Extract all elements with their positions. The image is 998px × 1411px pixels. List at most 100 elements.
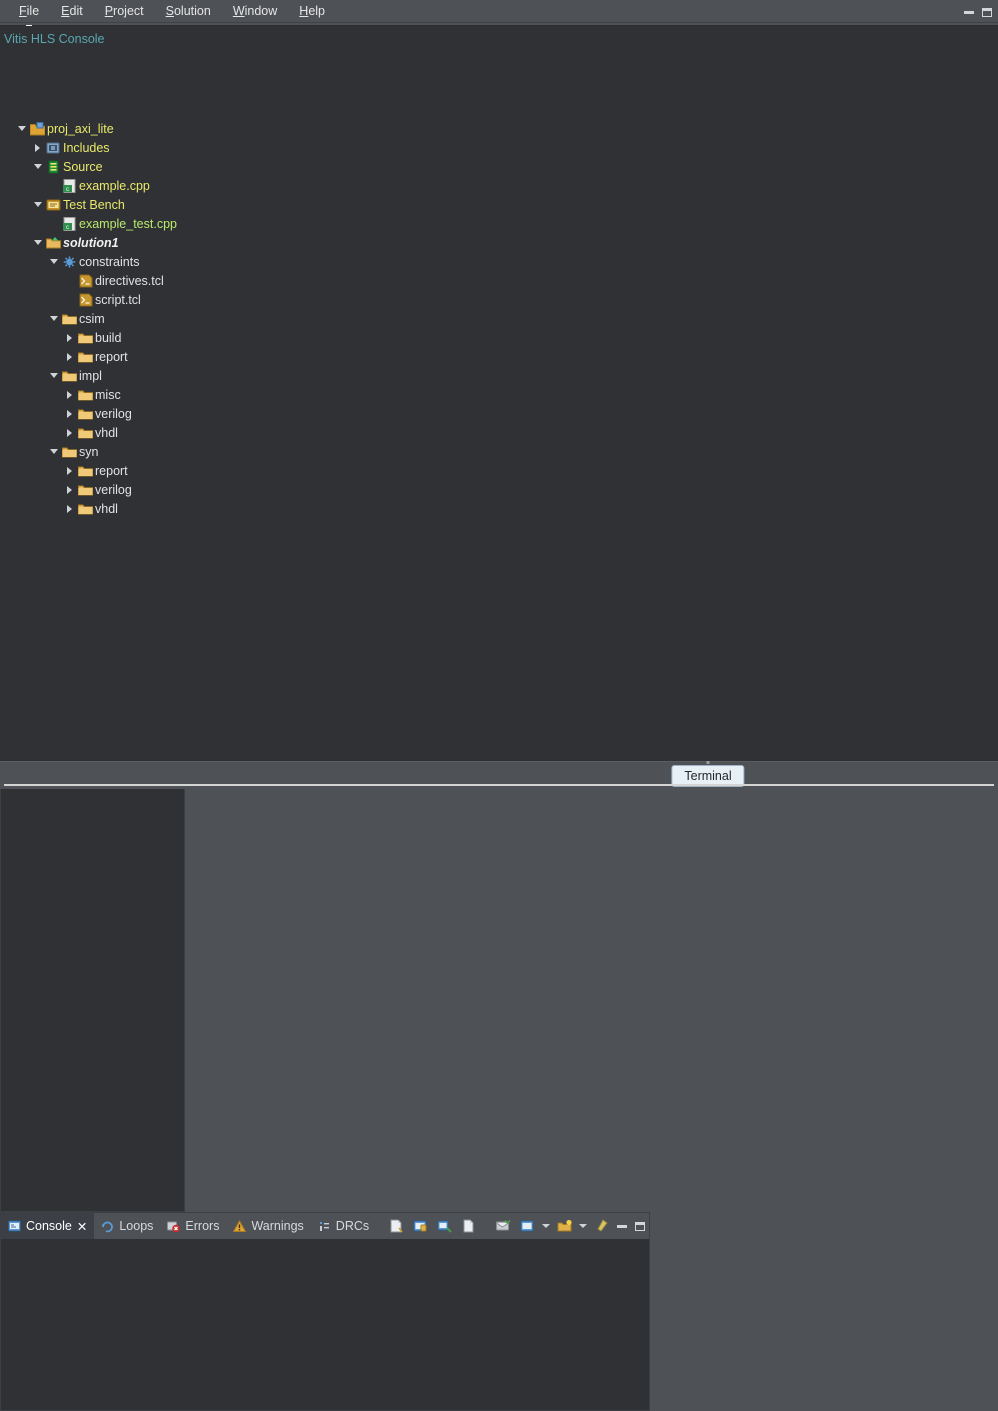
tree-item-label: Source [63,159,103,174]
errors-icon [167,1220,181,1233]
tree-item-label: solution1 [63,235,119,250]
tab-console-close-icon[interactable]: ✕ [77,1219,87,1234]
tab-console[interactable]: Console ✕ [1,1213,95,1239]
folder-icon [78,483,93,496]
console-maximize-icon[interactable] [631,1214,649,1239]
drcs-icon [318,1220,331,1233]
menu-project[interactable]: Project [94,2,155,20]
tab-warnings-label: Warnings [251,1219,304,1233]
menu-solution[interactable]: Solution [155,2,222,20]
proj-icon [29,122,46,136]
tree-expand-closed-icon[interactable] [64,505,75,513]
menu-window[interactable]: Window [222,2,288,20]
svg-text:c: c [66,187,69,193]
tree-expand-open-icon[interactable] [32,164,43,169]
tree-item-label: proj_axi_lite [47,121,114,136]
pin-console-icon[interactable] [589,1216,613,1236]
menu-bar: File Edit Project Solution Window Help [0,0,998,23]
tree-item-label: verilog [95,482,132,497]
tree-item-label: report [95,463,128,478]
console-tab-action-group [384,1213,480,1239]
folder-icon [78,426,93,439]
taskbar: Terminal [0,761,998,789]
tree-item-label: constraints [79,254,140,269]
tcl-icon [78,293,93,307]
svg-text:c: c [66,225,69,231]
tree-item-label: impl [79,368,102,383]
tree-expand-closed-icon[interactable] [64,410,75,418]
tree-expand-closed-icon[interactable] [64,353,75,361]
cpp-icon: c [62,179,76,193]
display-dropdown-icon[interactable] [539,1214,552,1238]
show-console-icon[interactable] [432,1216,456,1236]
git-maximize-icon[interactable] [978,0,996,25]
tree-item-label: report [95,349,128,364]
tab-drcs-label: DRCs [335,1219,370,1233]
console-tabs: Console ✕ Loops Errors Warnings DRCs [1,1213,649,1239]
folder-icon [78,350,93,363]
display-console-icon[interactable] [515,1216,539,1236]
tcl-icon [78,274,93,288]
tab-errors-label: Errors [185,1219,220,1233]
menu-help[interactable]: Help [288,2,336,20]
tree-item-label: vhdl [95,501,118,516]
inc-icon [46,141,60,154]
tree-item-label: example_test.cpp [79,216,177,231]
tree-item-label: example.cpp [79,178,150,193]
tree-item-label: script.tcl [95,292,141,307]
lock-scroll-icon[interactable] [408,1216,432,1236]
tab-errors[interactable]: Errors [160,1213,226,1239]
console-output-area[interactable]: Vitis HLS Console [0,26,998,789]
clear-console-icon[interactable] [384,1216,408,1236]
tree-expand-open-icon[interactable] [48,449,59,454]
menu-edit[interactable]: Edit [50,2,94,20]
tree-expand-open-icon[interactable] [32,240,43,245]
warnings-icon [233,1219,247,1233]
console-minimize-icon[interactable] [613,1214,631,1239]
tree-expand-closed-icon[interactable] [64,391,75,399]
folder-icon [62,312,77,325]
cpp-icon: c [62,217,76,231]
open-console-icon[interactable] [491,1216,515,1236]
git-minimize-icon[interactable] [960,0,978,25]
folder-icon [78,407,93,420]
menu-file[interactable]: File [8,2,50,20]
folder-icon [62,445,77,458]
src-icon [46,160,60,174]
tree-item-label: Includes [63,140,110,155]
tree-item-label: syn [79,444,99,459]
tree-expand-closed-icon[interactable] [64,429,75,437]
folder-icon [78,502,93,515]
folder-icon [78,331,93,344]
copy-icon[interactable] [456,1216,480,1236]
tree-item-label: directives.tcl [95,273,164,288]
taskbar-indicator [706,761,710,764]
console-icon [8,1220,21,1233]
taskbar-divider [4,784,994,786]
git-tab-actions [960,0,996,25]
gear-icon [62,255,76,268]
tree-expand-open-icon[interactable] [48,259,59,264]
tree-expand-open-icon[interactable] [48,316,59,321]
folder-icon [62,369,77,382]
tab-drcs[interactable]: DRCs [311,1213,376,1239]
tree-item-label: csim [79,311,105,326]
tree-expand-open-icon[interactable] [16,126,27,131]
tree-expand-closed-icon[interactable] [32,144,43,152]
tree-expand-closed-icon[interactable] [64,334,75,342]
tab-loops[interactable]: Loops [94,1213,160,1239]
tree-expand-closed-icon[interactable] [64,486,75,494]
new-console-dropdown-icon[interactable] [576,1214,589,1238]
tree-item-label: misc [95,387,121,402]
tb-icon [46,198,61,211]
console-panel: Console ✕ Loops Errors Warnings DRCs Vit… [0,26,998,1411]
tree-expand-open-icon[interactable] [48,373,59,378]
tree-item-label: build [95,330,122,345]
tree-item-label: vhdl [95,425,118,440]
tree-expand-closed-icon[interactable] [64,467,75,475]
sol-icon [46,236,61,249]
tab-loops-label: Loops [119,1219,154,1233]
new-console-icon[interactable] [552,1216,576,1236]
tab-warnings[interactable]: Warnings [226,1213,310,1239]
tree-expand-open-icon[interactable] [32,202,43,207]
